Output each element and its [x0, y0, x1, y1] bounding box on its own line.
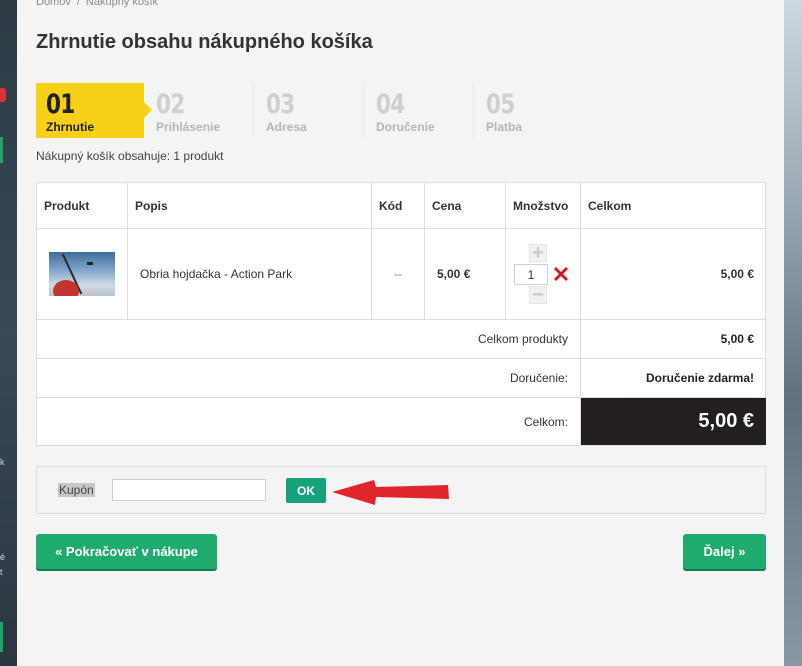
breadcrumb-separator: / — [76, 0, 80, 8]
product-image-cell — [37, 229, 128, 319]
header-price: Cena — [425, 183, 506, 228]
step-label: Zhrnutie — [46, 120, 94, 134]
summary-shipping-label: Doručenie: — [37, 359, 581, 397]
summary-total-row: Celkom: 5,00 € — [37, 398, 766, 445]
step-number: 01 — [46, 89, 75, 120]
summary-total-label: Celkom: — [37, 398, 581, 445]
product-total: 5,00 € — [720, 267, 754, 281]
cart-table: Produkt Popis Kód Cena Množstvo Celkom O… — [36, 182, 766, 446]
side-tab — [0, 137, 3, 163]
thumbnail-ball — [53, 280, 79, 296]
background-right-strip — [784, 0, 802, 666]
header-code: Kód — [372, 183, 425, 228]
breadcrumb-current: Nákupný košík — [85, 0, 159, 8]
header-quantity: Množstvo — [506, 183, 581, 228]
side-text-fragment: k — [0, 457, 5, 467]
step-divider — [473, 83, 474, 138]
summary-total-value: 5,00 € — [581, 398, 766, 445]
coupon-input[interactable] — [112, 479, 266, 501]
header-product: Produkt — [37, 183, 128, 228]
breadcrumb-home[interactable]: Domov — [36, 0, 71, 8]
step-delivery[interactable]: 04 Doručenie — [366, 83, 474, 138]
continue-shopping-button[interactable]: « Pokračovať v nákupe — [36, 534, 217, 569]
quantity-stepper: + 1 − — [514, 242, 580, 306]
summary-products-row: Celkom produkty 5,00 € — [37, 320, 765, 359]
summary-shipping-row: Doručenie: Doručenie zdarma! — [37, 359, 765, 398]
next-button[interactable]: Ďalej » — [683, 534, 766, 569]
step-divider — [363, 83, 364, 138]
table-header-row: Produkt Popis Kód Cena Množstvo Celkom — [37, 183, 765, 229]
minus-icon[interactable]: − — [529, 284, 547, 306]
product-quantity-cell: + 1 − — [506, 229, 581, 319]
step-summary: 01 Zhrnutie — [36, 83, 152, 138]
delete-icon[interactable] — [551, 264, 571, 284]
red-arrow-annotation — [332, 480, 449, 505]
step-label: Platba — [486, 120, 523, 134]
notification-badge — [0, 88, 6, 102]
side-text-fragment: é — [0, 552, 6, 562]
cart-page: Domov / Nákupný košík Zhrnutie obsahu náku… — [17, 0, 784, 666]
step-divider — [253, 83, 254, 138]
summary-shipping-value: Doručenie zdarma! — [645, 371, 754, 385]
product-name-link[interactable]: Obria hojdačka - Action Park — [140, 267, 292, 281]
side-tab — [0, 622, 3, 652]
header-total: Celkom — [588, 198, 632, 213]
product-code: -- — [372, 229, 425, 319]
step-number: 03 — [266, 89, 295, 120]
coupon-ok-button[interactable]: OK — [286, 478, 326, 503]
page-title: Zhrnutie obsahu nákupného košíka — [36, 31, 373, 53]
step-label: Prihlásenie — [156, 120, 221, 134]
summary-products-value: 5,00 € — [720, 332, 754, 346]
breadcrumb: Domov / Nákupný košík — [36, 0, 158, 8]
thumbnail-bird — [87, 262, 93, 265]
coupon-label: Kupón — [58, 483, 95, 497]
step-number: 04 — [376, 89, 405, 120]
background-left-strip: k é t — [0, 0, 17, 666]
summary-products-label: Celkom produkty — [37, 320, 581, 358]
side-text-fragment: t — [0, 567, 3, 577]
product-price: 5,00 € — [425, 229, 506, 319]
plus-icon[interactable]: + — [529, 242, 547, 264]
step-number: 05 — [486, 89, 515, 120]
checkout-steps: 01 Zhrnutie 02 Prihlásenie 03 Adresa 04 … — [36, 83, 596, 138]
product-description: Obria hojdačka - Action Park — [128, 229, 372, 319]
cart-item-count: Nákupný košík obsahuje: 1 produkt — [36, 149, 224, 163]
step-label: Doručenie — [376, 120, 435, 134]
quantity-input[interactable]: 1 — [514, 264, 548, 285]
step-login[interactable]: 02 Prihlásenie — [146, 83, 254, 138]
header-description: Popis — [128, 183, 372, 228]
step-label: Adresa — [266, 120, 307, 134]
step-payment[interactable]: 05 Platba — [476, 83, 584, 138]
product-thumbnail[interactable] — [49, 252, 115, 296]
table-row: Obria hojdačka - Action Park -- 5,00 € +… — [37, 229, 765, 320]
step-number: 02 — [156, 89, 185, 120]
step-address[interactable]: 03 Adresa — [256, 83, 364, 138]
